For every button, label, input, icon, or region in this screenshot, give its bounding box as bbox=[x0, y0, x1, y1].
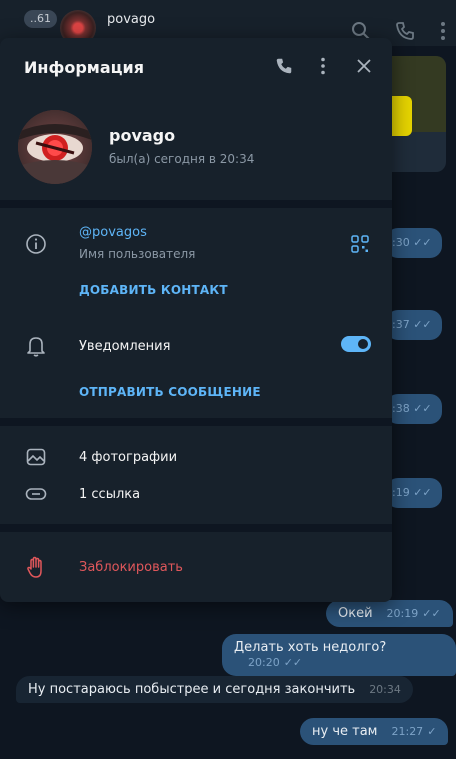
message-time: 20:19 bbox=[386, 607, 419, 620]
section-divider bbox=[0, 524, 392, 532]
sent-check-icon: ✓ bbox=[427, 725, 437, 738]
message-bubble[interactable]: Окей 20:19 ✓✓ bbox=[326, 600, 453, 627]
message-text: ну че там bbox=[312, 724, 378, 739]
links-label: 1 ссылка bbox=[79, 487, 141, 502]
username-caption: Имя пользователя bbox=[79, 247, 196, 261]
last-seen-status: был(а) сегодня в 20:34 bbox=[109, 152, 255, 166]
block-label: Заблокировать bbox=[79, 560, 183, 575]
message-text: Ну постараюсь побыстрее и сегодня законч… bbox=[28, 682, 356, 697]
message-bubble[interactable]: :37 ✓✓ bbox=[386, 310, 442, 340]
hand-stop-icon bbox=[27, 556, 42, 578]
photos-row[interactable]: 4 фотографии bbox=[0, 438, 392, 474]
user-info-panel: Информация povago был(а) сегодня в 20:34… bbox=[0, 38, 392, 602]
qr-code-icon[interactable] bbox=[350, 234, 370, 254]
profile-avatar[interactable] bbox=[18, 110, 92, 184]
photos-label: 4 фотографии bbox=[79, 450, 178, 465]
close-icon[interactable] bbox=[354, 56, 374, 76]
chat-title[interactable]: povago bbox=[107, 12, 155, 27]
section-divider bbox=[0, 418, 392, 426]
profile-name: povago bbox=[109, 126, 176, 145]
add-contact-button[interactable]: ДОБАВИТЬ КОНТАКТ bbox=[79, 283, 228, 297]
block-user-button[interactable]: Заблокировать bbox=[0, 550, 392, 590]
avatar-image bbox=[18, 110, 92, 184]
send-message-button[interactable]: ОТПРАВИТЬ СООБЩЕНИЕ bbox=[79, 385, 261, 399]
photo-icon bbox=[26, 448, 46, 466]
message-bubble[interactable]: ну че там 21:27 ✓ bbox=[300, 718, 449, 745]
more-icon[interactable] bbox=[432, 20, 454, 42]
toggle-knob bbox=[356, 337, 370, 351]
read-check-icon: ✓✓ bbox=[422, 607, 441, 620]
message-time: 21:27 bbox=[391, 725, 424, 738]
link-icon bbox=[25, 488, 47, 500]
message-bubble-incoming[interactable]: Ну постараюсь побыстрее и сегодня законч… bbox=[16, 676, 413, 703]
bell-icon bbox=[27, 337, 45, 357]
message-time: 20:20 bbox=[248, 656, 280, 669]
links-row[interactable]: 1 ссылка bbox=[0, 476, 392, 512]
info-icon bbox=[26, 234, 46, 254]
message-bubble[interactable]: :30 ✓✓ bbox=[386, 228, 442, 258]
message-time: 20:34 bbox=[369, 683, 401, 696]
message-bubble[interactable]: :38 ✓✓ bbox=[386, 394, 442, 424]
panel-title: Информация bbox=[24, 58, 144, 77]
message-text: Окей bbox=[338, 606, 373, 621]
phone-icon[interactable] bbox=[274, 56, 294, 76]
call-icon[interactable] bbox=[394, 20, 416, 42]
section-divider bbox=[0, 200, 392, 208]
message-bubble[interactable]: :19 ✓✓ bbox=[386, 478, 442, 508]
unread-badge: ..61 bbox=[24, 10, 57, 28]
username-link[interactable]: @povagos bbox=[79, 225, 147, 240]
notifications-toggle[interactable] bbox=[341, 336, 371, 352]
more-options-icon[interactable] bbox=[313, 56, 333, 76]
notifications-label: Уведомления bbox=[79, 339, 171, 354]
message-text: Делать хоть недолго? bbox=[234, 640, 387, 655]
message-bubble[interactable]: Делать хоть недолго?20:20 ✓✓ bbox=[222, 634, 456, 676]
read-check-icon: ✓✓ bbox=[283, 656, 303, 669]
